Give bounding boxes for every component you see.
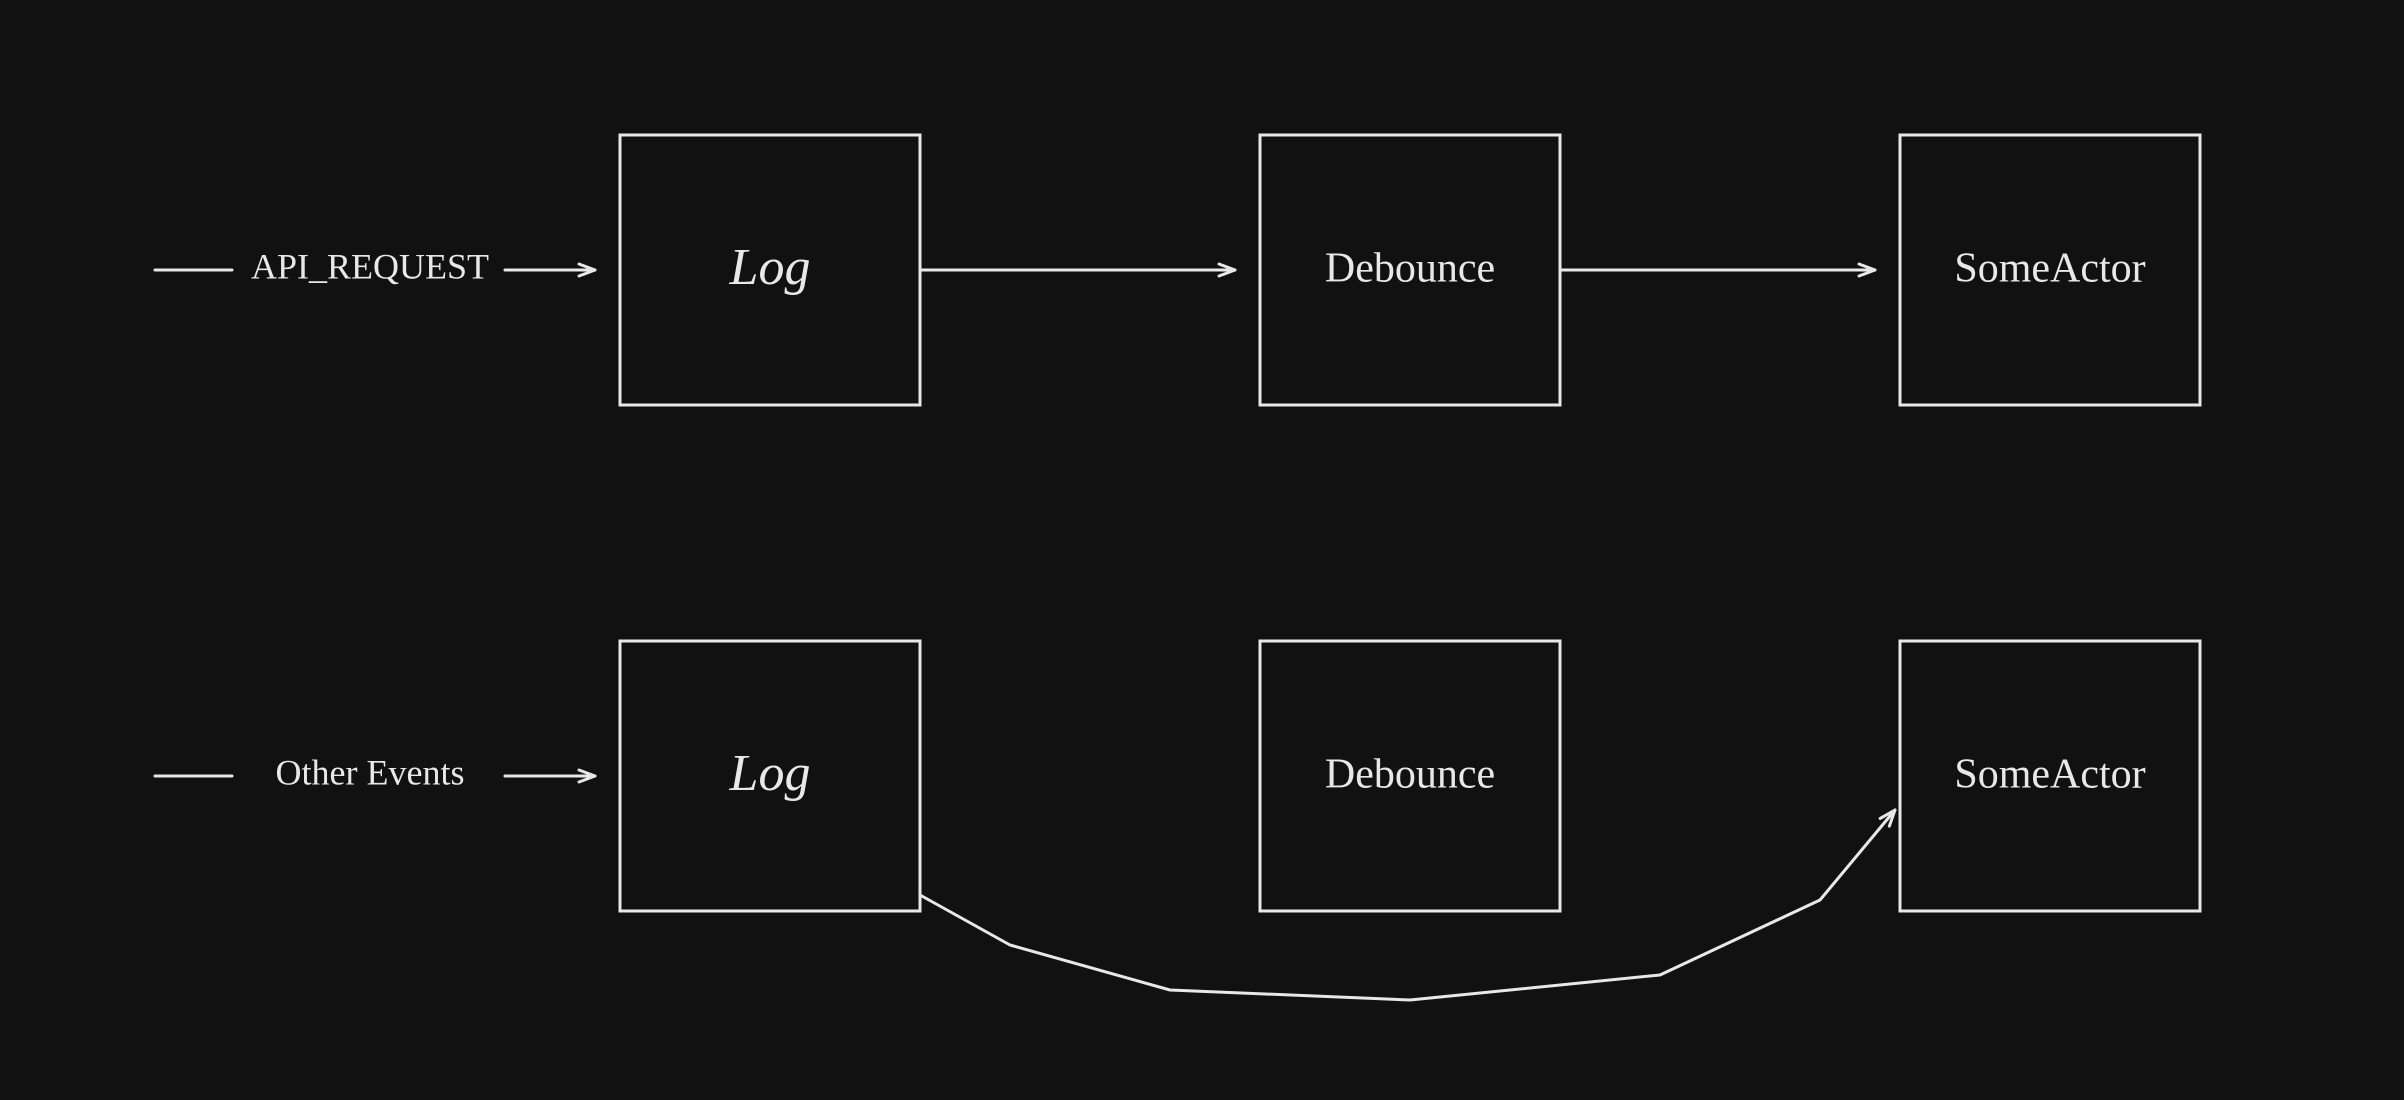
flow2-node-actor-label: SomeActor <box>1954 752 2145 798</box>
flow1-node-log-label: Log <box>729 239 811 296</box>
flow2-node-log-label: Log <box>729 745 811 802</box>
flow2-input: Other Events <box>155 752 595 792</box>
flow-diagram: API_REQUEST Log Debounce SomeActor Other… <box>0 0 2404 1100</box>
flow2-node-actor: SomeActor <box>1900 641 2200 911</box>
flow2-arrow-bypass <box>920 810 1895 1000</box>
flow1-node-actor-label: SomeActor <box>1954 246 2145 292</box>
flow2-node-log: Log <box>620 641 920 911</box>
flow1-node-debounce-label: Debounce <box>1325 246 1495 292</box>
flow1-input-label: API_REQUEST <box>251 246 489 286</box>
flow2-node-debounce: Debounce <box>1260 641 1560 911</box>
flow2-node-debounce-label: Debounce <box>1325 752 1495 798</box>
flow1-node-debounce: Debounce <box>1260 135 1560 405</box>
flow2-input-label: Other Events <box>276 752 465 792</box>
flow1-node-actor: SomeActor <box>1900 135 2200 405</box>
flow1-input: API_REQUEST <box>155 246 595 286</box>
flow1-node-log: Log <box>620 135 920 405</box>
